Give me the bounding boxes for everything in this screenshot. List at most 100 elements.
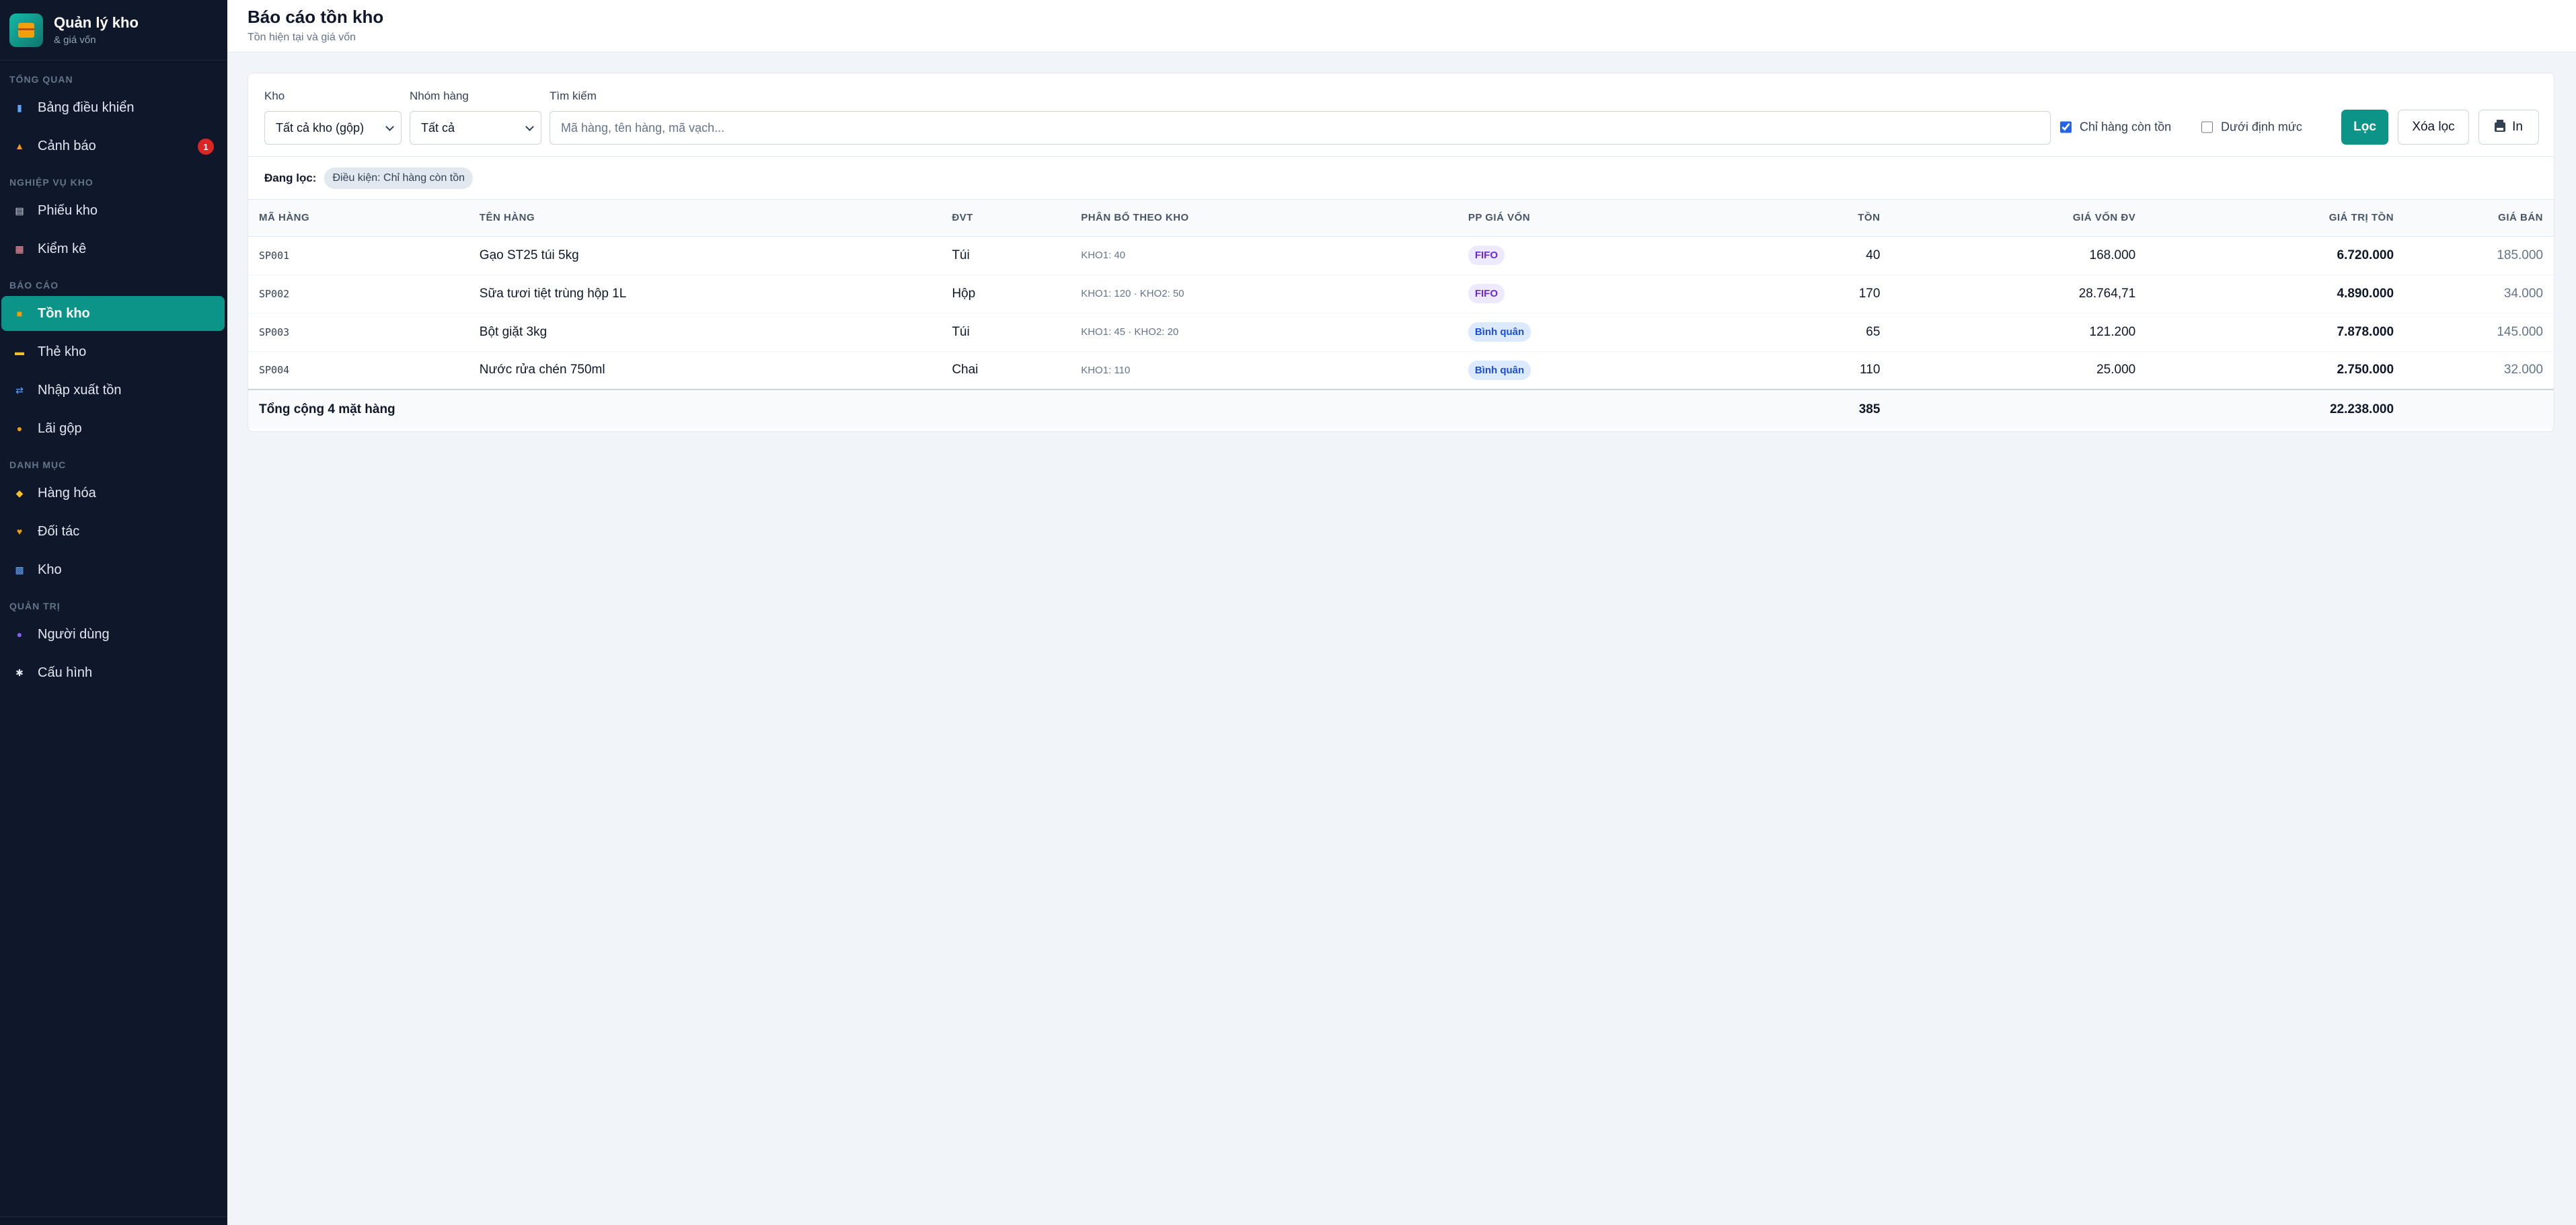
warehouse-icon: ▩ — [15, 564, 24, 575]
search-input[interactable] — [550, 111, 2051, 145]
col-header-method[interactable]: PP GIÁ VỐN — [1457, 200, 1659, 237]
total-empty — [1891, 389, 2147, 429]
col-header-unit-cost[interactable]: GIÁ VỐN ĐV — [1891, 200, 2147, 237]
sidebar-item-label: Kiểm kê — [38, 241, 87, 256]
cell-price: 34.000 — [2404, 274, 2554, 313]
users-icon: ● — [16, 629, 23, 640]
sidebar-item[interactable]: ⇄ Nhập xuất tồn — [1, 373, 225, 408]
sidebar-item-label: Lãi gộp — [38, 420, 82, 436]
filter-chip[interactable]: Điều kiện: Chỉ hàng còn tồn — [324, 167, 473, 189]
warehouse-label: Kho — [264, 89, 285, 102]
clear-filter-button[interactable]: Xóa lọc — [2398, 110, 2469, 145]
sidebar-item[interactable]: ♥ Đối tác — [1, 514, 225, 549]
cell-unit-cost: 121.200 — [1891, 313, 2147, 352]
handshake-icon: ♥ — [16, 526, 23, 537]
active-filters: Đang lọc: Điều kiện: Chỉ hàng còn tồn — [248, 157, 2554, 200]
cell-code: SP001 — [248, 236, 469, 275]
method-badge: FIFO — [1468, 284, 1505, 303]
cell-unit: Chai — [941, 351, 1071, 390]
cell-unit: Hộp — [941, 274, 1071, 313]
cell-unit: Túi — [941, 236, 1071, 275]
box-icon: ■ — [16, 308, 23, 319]
sidebar-item[interactable]: ▦ Kiểm kê — [1, 231, 225, 266]
col-header-code[interactable]: MÃ HÀNG — [248, 200, 469, 237]
sidebar-item[interactable]: ◆ Hàng hóa — [1, 476, 225, 511]
table-row[interactable]: SP001 Gạo ST25 túi 5kg Túi KHO1: 40 FIFO… — [248, 236, 2554, 275]
below-min-label: Dưới định mức — [2221, 120, 2302, 134]
cell-code: SP003 — [248, 313, 469, 352]
col-header-distribution[interactable]: PHÂN BỔ THEO KHO — [1070, 200, 1457, 237]
search-label: Tìm kiếm — [550, 89, 597, 102]
table-row[interactable]: SP003 Bột giặt 3kg Túi KHO1: 45 · KHO2: … — [248, 313, 2554, 352]
cell-distribution: KHO1: 40 — [1070, 236, 1457, 275]
apply-filter-button[interactable]: Lọc — [2341, 110, 2388, 145]
sidebar-item[interactable]: ▩ Kho — [1, 552, 225, 587]
nav-section-title: DANH MỤC — [9, 459, 67, 470]
cell-code: SP004 — [248, 351, 469, 390]
cell-method: Bình quân — [1457, 313, 1659, 352]
total-empty — [2404, 389, 2554, 429]
table-row[interactable]: SP002 Sữa tươi tiệt trùng hộp 1L Hộp KHO… — [248, 274, 2554, 313]
group-select-value: Tất cả — [421, 120, 455, 135]
col-header-price[interactable]: GIÁ BÁN — [2404, 200, 2554, 237]
sidebar-item[interactable]: ▮ Bảng điều khiển — [1, 90, 225, 125]
sidebar-item[interactable]: ▲ Cảnh báo 1 — [1, 128, 225, 163]
page-subtitle: Tồn hiện tại và giá vốn — [248, 32, 356, 43]
cell-distribution: KHO1: 45 · KHO2: 20 — [1070, 313, 1457, 352]
group-select[interactable]: Tất cả — [410, 111, 541, 145]
sidebar-item[interactable]: ▬ Thẻ kho — [1, 334, 225, 369]
sidebar-item-label: Thẻ kho — [38, 344, 87, 359]
sidebar-item-label: Người dùng — [38, 626, 110, 642]
sidebar-item-label: Phiếu kho — [38, 202, 98, 218]
col-header-qty[interactable]: TỒN — [1659, 200, 1891, 237]
sidebar-item-label: Bảng điều khiển — [38, 100, 135, 115]
clipboard-icon: ▦ — [15, 243, 24, 254]
cell-name: Bột giặt 3kg — [468, 313, 942, 352]
in-stock-label: Chỉ hàng còn tồn — [2080, 120, 2172, 134]
sidebar-footer-divider — [0, 1216, 227, 1217]
in-stock-checkbox[interactable] — [2060, 121, 2072, 133]
cell-qty: 110 — [1659, 351, 1891, 390]
inventory-table: MÃ HÀNG TÊN HÀNG ĐVT PHÂN BỔ THEO KHO PP… — [248, 200, 2554, 429]
cell-qty: 40 — [1659, 236, 1891, 275]
col-header-unit[interactable]: ĐVT — [941, 200, 1071, 237]
swap-icon: ⇄ — [15, 384, 24, 396]
warehouse-select-value: Tất cả kho (gộp) — [276, 120, 365, 135]
print-button[interactable]: In — [2478, 110, 2539, 145]
cell-price: 185.000 — [2404, 236, 2554, 275]
below-min-checkbox-label[interactable]: Dưới định mức — [2201, 120, 2302, 135]
chevron-down-icon — [385, 122, 394, 131]
sidebar-item[interactable]: ■ Tồn kho — [1, 296, 225, 331]
cell-method: FIFO — [1457, 274, 1659, 313]
printer-icon — [2495, 120, 2506, 132]
sidebar-item-label: Tồn kho — [38, 305, 90, 321]
sidebar-item[interactable]: ▤ Phiếu kho — [1, 193, 225, 228]
cell-distribution: KHO1: 120 · KHO2: 50 — [1070, 274, 1457, 313]
sidebar-item[interactable]: ✱ Cấu hình — [1, 655, 225, 690]
cell-price: 145.000 — [2404, 313, 2554, 352]
chevron-down-icon — [525, 122, 534, 131]
page-title: Báo cáo tồn kho — [248, 7, 384, 27]
method-badge: Bình quân — [1468, 322, 1531, 342]
sidebar-item[interactable]: ● Người dùng — [1, 617, 225, 652]
in-stock-checkbox-label[interactable]: Chỉ hàng còn tồn — [2060, 120, 2171, 135]
money-bag-icon: ● — [16, 423, 23, 434]
nav-section-title: QUẢN TRỊ — [9, 601, 61, 611]
page-header: Báo cáo tồn kho Tồn hiện tại và giá vốn — [227, 0, 2576, 52]
bell-icon: ▲ — [15, 141, 24, 151]
col-header-name[interactable]: TÊN HÀNG — [468, 200, 942, 237]
col-header-value[interactable]: GIÁ TRỊ TỒN — [2146, 200, 2405, 237]
tag-icon: ◆ — [15, 487, 24, 498]
cell-name: Gạo ST25 túi 5kg — [468, 236, 942, 275]
nav-section-title: BÁO CÁO — [9, 280, 59, 291]
table-row[interactable]: SP004 Nước rửa chén 750ml Chai KHO1: 110… — [248, 351, 2554, 390]
total-value: 22.238.000 — [2146, 389, 2405, 429]
nav-section-title: NGHIỆP VỤ KHO — [9, 177, 93, 188]
sidebar-item[interactable]: ● Lãi gộp — [1, 411, 225, 446]
cell-name: Nước rửa chén 750ml — [468, 351, 942, 390]
total-qty: 385 — [1659, 389, 1891, 429]
below-min-checkbox[interactable] — [2201, 121, 2213, 133]
nav-section-title: TỔNG QUAN — [9, 74, 73, 85]
warehouse-select[interactable]: Tất cả kho (gộp) — [264, 111, 402, 145]
cell-code: SP002 — [248, 274, 469, 313]
